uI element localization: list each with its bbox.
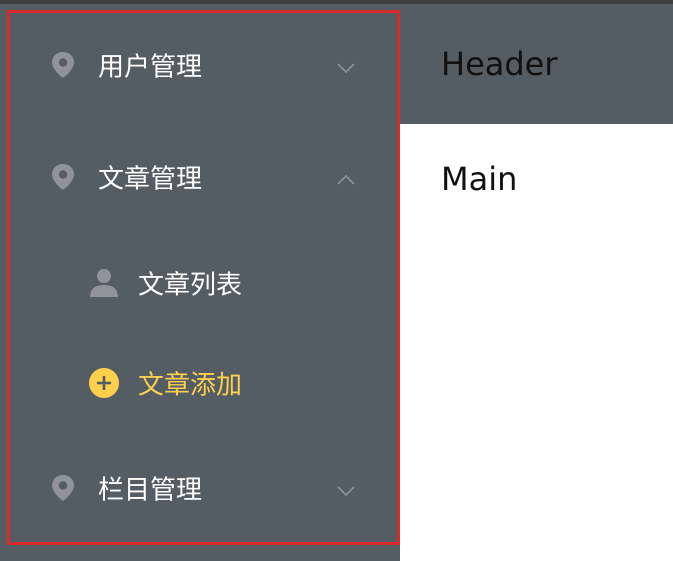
user-icon — [88, 267, 120, 299]
main-content: Main — [400, 124, 673, 561]
location-pin-icon — [50, 51, 76, 79]
submenu-label: 文章列表 — [138, 270, 243, 301]
main-title: Main — [441, 160, 518, 198]
menu-item-user-management[interactable]: 用户管理 — [10, 37, 394, 93]
sidebar-menu: 用户管理 文章管理 文章列表 文章添加 栏目管理 — [0, 4, 400, 561]
add-circle-icon — [88, 367, 120, 399]
header-title: Header — [441, 45, 558, 83]
menu-label: 栏目管理 — [98, 475, 203, 506]
location-pin-icon — [50, 163, 76, 191]
menu-label: 文章管理 — [98, 164, 203, 195]
location-pin-icon — [50, 474, 76, 502]
chevron-up-icon — [336, 171, 356, 185]
submenu-item-article-list[interactable]: 文章列表 — [10, 255, 394, 311]
submenu-label: 文章添加 — [138, 370, 243, 401]
submenu-item-article-add[interactable]: 文章添加 — [10, 355, 394, 411]
menu-item-column-management[interactable]: 栏目管理 — [10, 460, 394, 516]
chevron-down-icon — [336, 482, 356, 497]
chevron-down-icon — [336, 59, 356, 74]
header: Header — [400, 4, 673, 124]
menu-item-article-management[interactable]: 文章管理 — [10, 149, 394, 205]
menu-label: 用户管理 — [98, 52, 203, 83]
